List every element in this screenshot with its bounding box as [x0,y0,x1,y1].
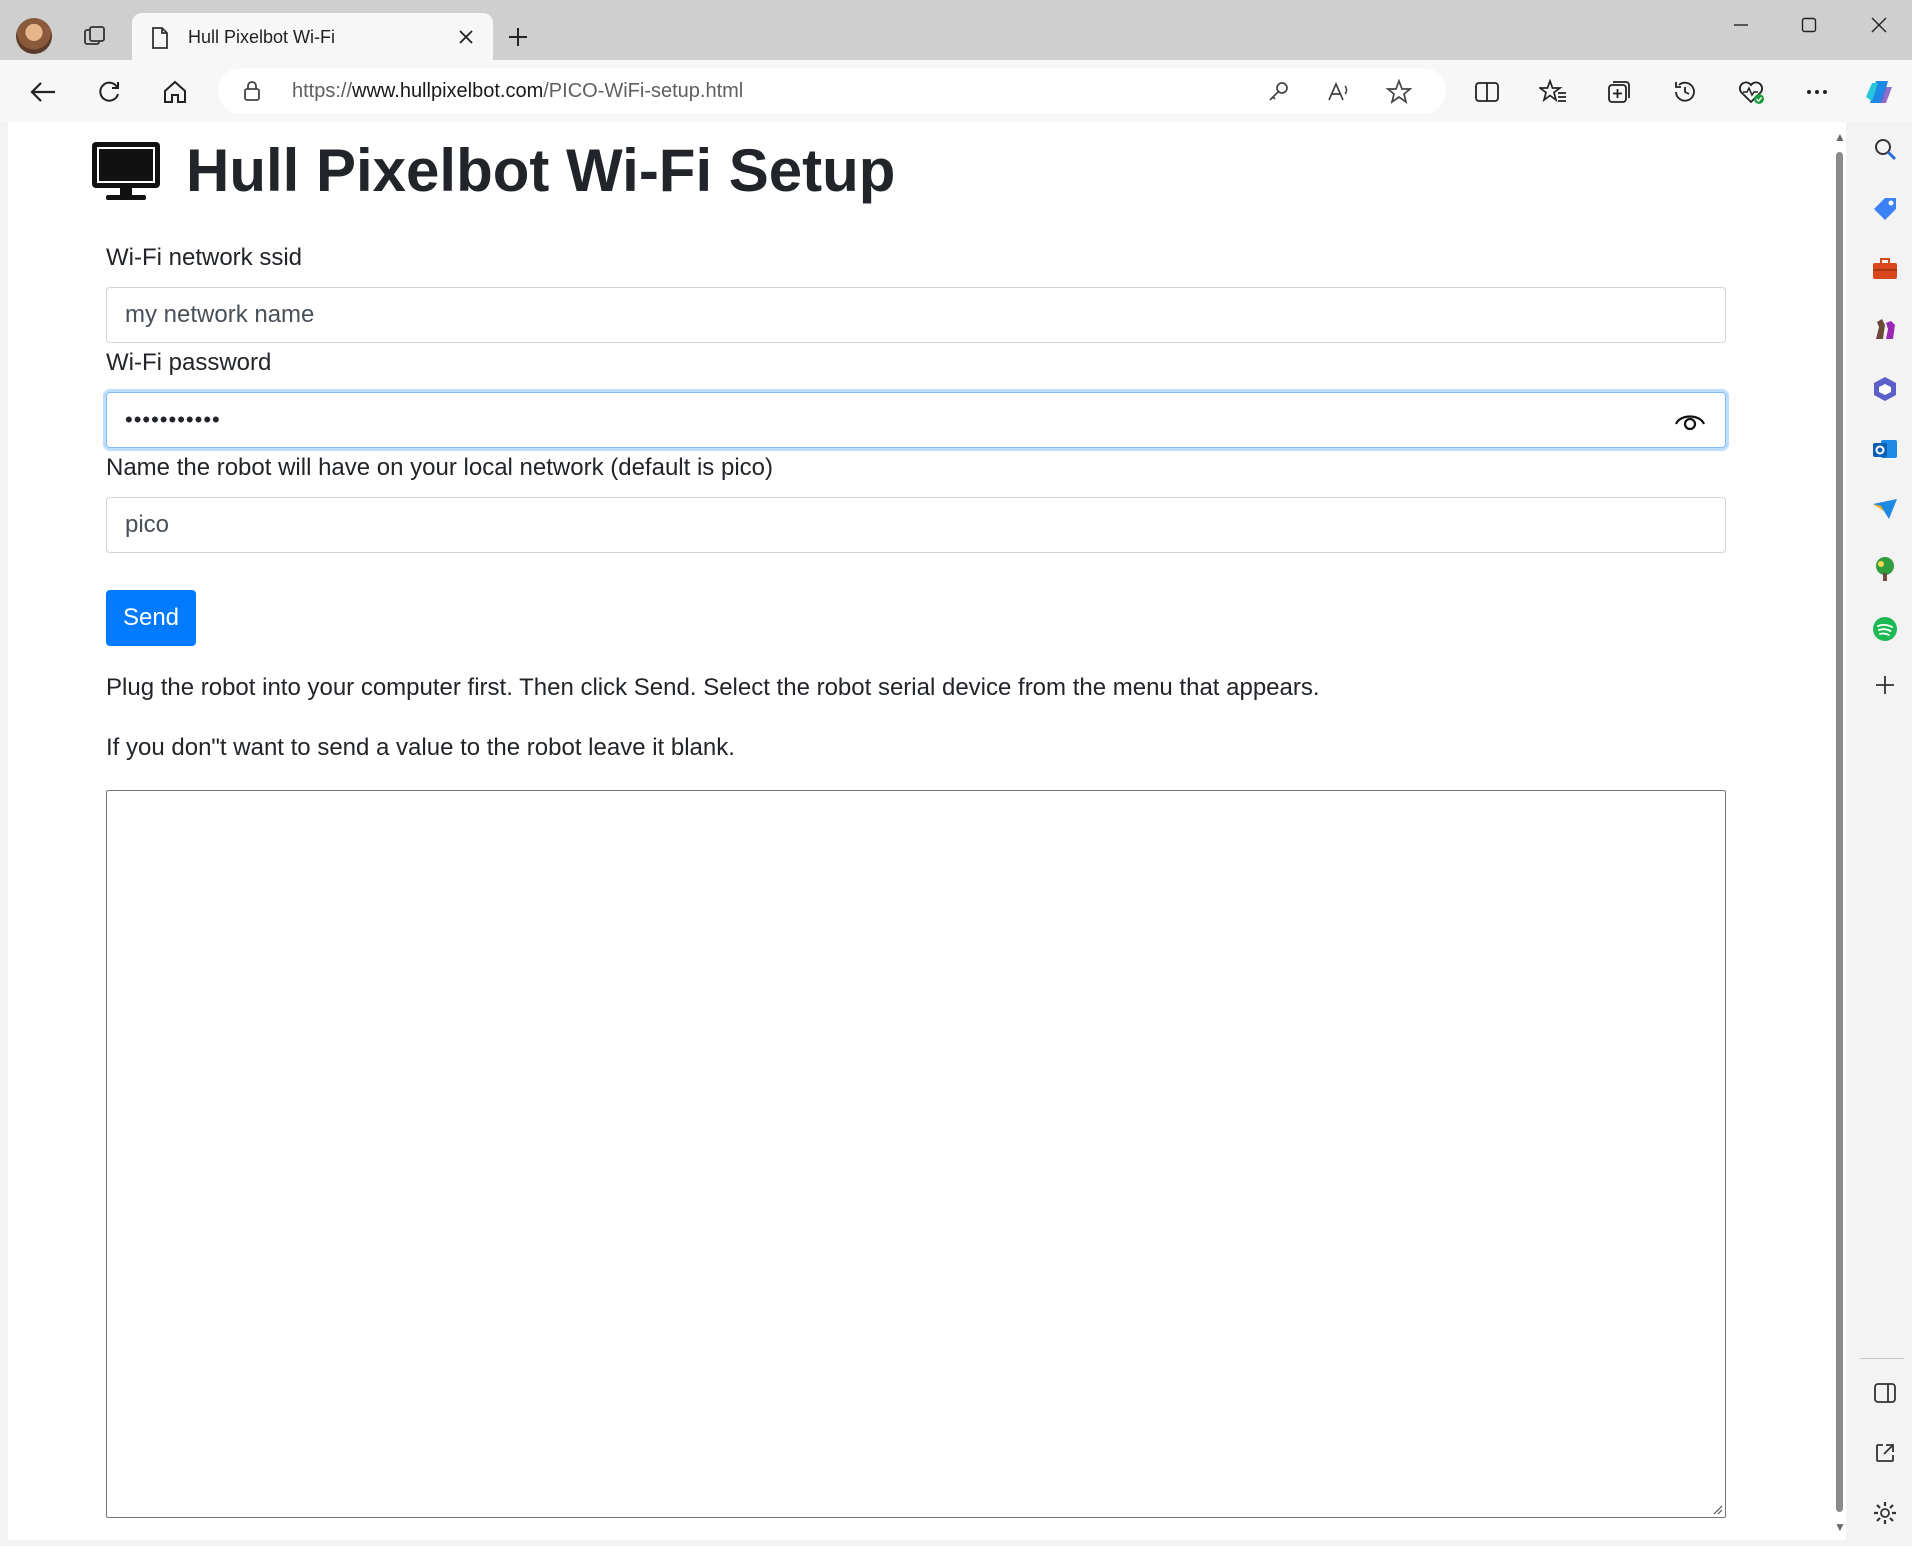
tools-icon[interactable] [1868,252,1902,286]
resize-grip-icon[interactable] [1711,1503,1723,1515]
page-title: Hull Pixelbot Wi-Fi Setup [186,137,896,204]
output-textarea[interactable] [106,790,1726,1518]
ssid-input[interactable] [106,287,1726,343]
page-scrollbar[interactable]: ▲ ▼ [1832,130,1846,1540]
home-icon[interactable] [156,73,194,111]
page-heading: Hull Pixelbot Wi-Fi Setup [90,136,895,205]
tab-title: Hull Pixelbot Wi-Fi [188,27,336,47]
scroll-down-icon[interactable]: ▼ [1834,1520,1846,1534]
hostname-input[interactable] [106,497,1726,553]
profile-avatar[interactable] [16,18,52,54]
password-label: Wi-Fi password [106,349,272,376]
sidebar-divider [1860,1358,1904,1359]
settings-icon[interactable] [1868,1496,1902,1530]
tree-icon[interactable] [1868,552,1902,586]
hostname-label: Name the robot will have on your local n… [106,454,773,481]
minimize-button[interactable] [1716,10,1766,40]
games-icon[interactable] [1868,312,1902,346]
collections-icon[interactable] [1600,73,1638,111]
outlook-icon[interactable] [1868,432,1902,466]
favorites-icon[interactable] [1534,73,1572,111]
monitor-icon [92,141,160,200]
instructions-text: Plug the robot into your computer first.… [106,674,1320,701]
close-window-button[interactable] [1854,10,1904,40]
url-text[interactable]: https://www.hullpixelbot.com/PICO-WiFi-s… [292,80,743,103]
back-icon[interactable] [24,73,62,111]
send-button[interactable]: Send [106,590,196,646]
read-aloud-icon[interactable] [1324,77,1354,107]
password-value: ••••••••••• [125,407,221,432]
tab-actions-icon[interactable] [80,22,110,52]
maximize-button[interactable] [1784,10,1834,40]
key-icon[interactable] [1264,77,1294,107]
new-tab-button[interactable] [503,22,533,52]
sidebar-toggle-icon[interactable] [1868,1376,1902,1410]
show-password-icon[interactable] [1673,405,1707,435]
split-screen-icon[interactable] [1468,73,1506,111]
browser-essentials-icon[interactable] [1732,73,1770,111]
browser-tab[interactable]: Hull Pixelbot Wi-Fi [132,13,493,60]
drop-icon[interactable] [1868,492,1902,526]
close-tab-icon[interactable] [454,25,478,49]
add-icon[interactable] [1868,668,1902,702]
title-bar: Hull Pixelbot Wi-Fi [0,0,1912,60]
blank-value-note: If you don"t want to send a value to the… [106,734,735,761]
lock-icon[interactable] [242,80,262,107]
history-icon[interactable] [1666,73,1704,111]
edge-sidebar [1858,122,1912,1546]
page-document-icon [150,26,170,55]
ssid-label: Wi-Fi network ssid [106,244,303,271]
shopping-icon[interactable] [1868,192,1902,226]
microsoft-365-icon[interactable] [1868,372,1902,406]
refresh-icon[interactable] [90,73,128,111]
spotify-icon[interactable] [1868,612,1902,646]
copilot-icon[interactable] [1860,73,1898,111]
search-icon[interactable] [1868,132,1902,166]
page-viewport: Hull Pixelbot Wi-Fi Setup Wi-Fi network … [8,122,1846,1540]
scrollbar-thumb[interactable] [1836,152,1843,1512]
password-input[interactable]: ••••••••••• [106,392,1726,448]
external-link-icon[interactable] [1868,1436,1902,1470]
scroll-up-icon[interactable]: ▲ [1834,130,1846,144]
navigation-bar: https://www.hullpixelbot.com/PICO-WiFi-s… [0,60,1912,122]
address-bar[interactable]: https://www.hullpixelbot.com/PICO-WiFi-s… [218,68,1446,114]
favorite-star-icon[interactable] [1384,77,1414,107]
more-icon[interactable] [1798,73,1836,111]
